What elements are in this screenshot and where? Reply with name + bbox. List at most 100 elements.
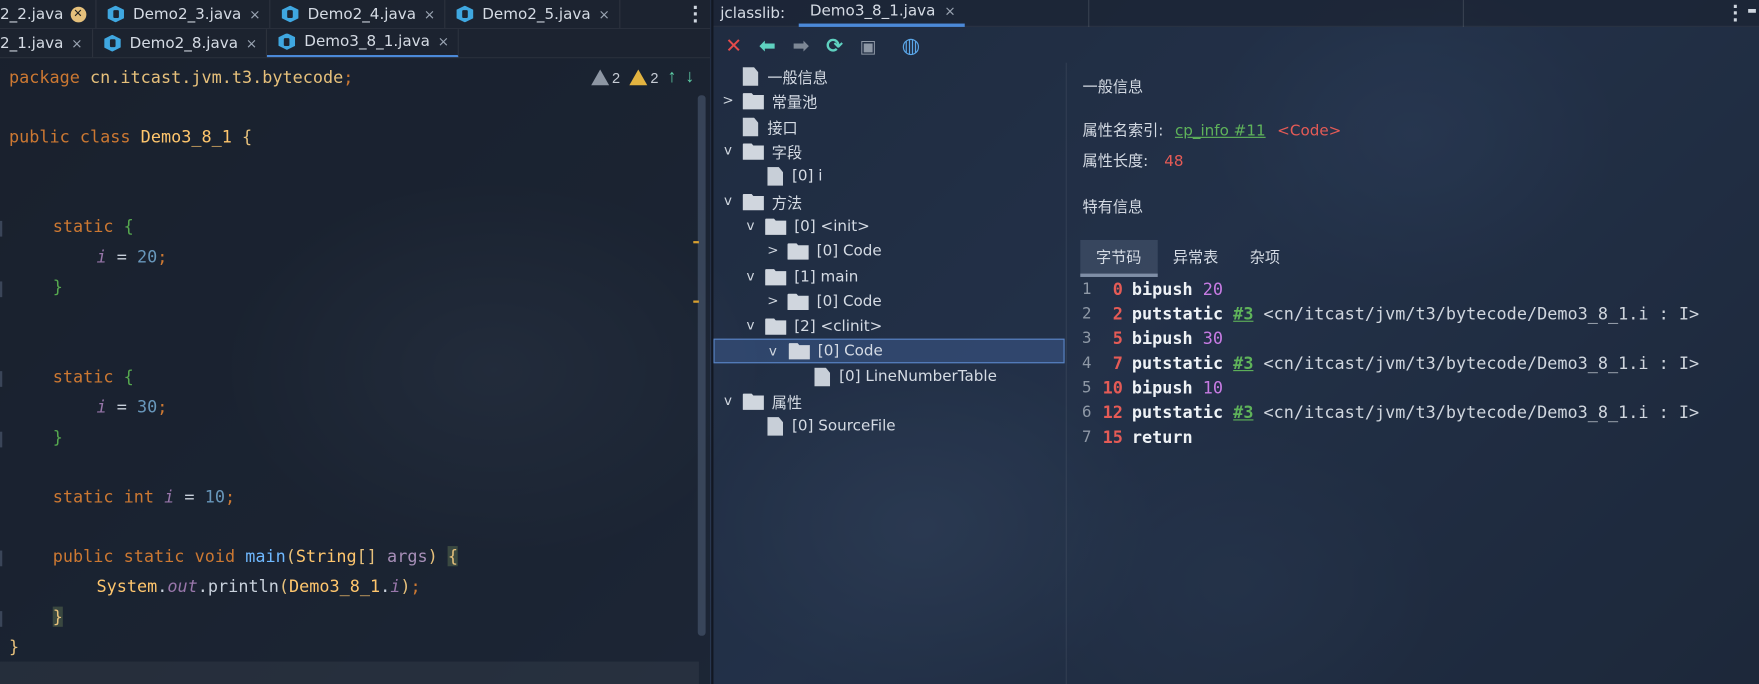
- tab-2-1-java[interactable]: 2_1.java ×: [0, 29, 93, 58]
- tab-label: Demo2_5.java: [482, 5, 591, 23]
- editor-scrollbar[interactable]: [697, 95, 706, 636]
- folder-icon: [742, 92, 764, 110]
- tree-node-field-i[interactable]: [0] i: [767, 164, 822, 189]
- cp-info-link[interactable]: cp_info #11: [1175, 122, 1266, 140]
- tree-node-init-code[interactable]: [0] Code: [787, 239, 882, 264]
- more-tabs-icon[interactable]: · · ·: [692, 0, 698, 28]
- code-line-package: package cn.itcast.jvm.t3.bytecode;: [8, 67, 354, 88]
- fold-marker[interactable]: [0, 371, 7, 387]
- code-line-class-decl: public class Demo3_8_1 {: [8, 126, 253, 147]
- tab-exception-table[interactable]: 异常表: [1157, 240, 1234, 277]
- folder-icon: [742, 193, 764, 211]
- chevron-right-icon[interactable]: >: [720, 92, 736, 108]
- attribute-name-index-label: 属性名索引:: [1082, 122, 1164, 141]
- fold-marker[interactable]: [0, 431, 7, 448]
- refresh-icon[interactable]: ⟳: [823, 34, 845, 58]
- tree-node-attributes[interactable]: 属性: [742, 389, 802, 414]
- warning-count[interactable]: 2: [629, 69, 659, 86]
- code-line-static-2-end: }: [52, 427, 63, 448]
- tree-node-interfaces[interactable]: 接口: [742, 114, 798, 139]
- web-browser-icon[interactable]: ◍: [900, 34, 922, 59]
- close-icon[interactable]: ×: [246, 35, 257, 51]
- inspection-widget[interactable]: 2 2 ↑ ↓: [590, 67, 694, 87]
- tree-node-constant-pool[interactable]: 常量池: [742, 89, 817, 114]
- warning-stripe-mark[interactable]: [693, 241, 699, 244]
- tab-bytecode[interactable]: 字节码: [1080, 239, 1158, 277]
- close-icon[interactable]: ×: [424, 6, 435, 22]
- tab-demo2-3[interactable]: Demo2_3.java ×: [96, 0, 271, 29]
- chevron-down-icon[interactable]: v: [743, 218, 759, 234]
- forward-icon[interactable]: ➡: [790, 34, 812, 58]
- tree-node-method-main[interactable]: [1] main: [765, 265, 858, 290]
- java-class-icon: [281, 5, 299, 23]
- tree-node-method-clinit[interactable]: [2] <clinit>: [765, 314, 882, 339]
- constant-pool-ref-link[interactable]: #3: [1233, 302, 1253, 327]
- tree-node-main-code[interactable]: [0] Code: [787, 289, 882, 314]
- chevron-down-icon[interactable]: v: [743, 268, 759, 284]
- minimize-icon[interactable]: ▬: [1747, 6, 1757, 17]
- save-icon[interactable]: ▣: [857, 35, 879, 57]
- more-icon[interactable]: · · ·: [1732, 0, 1738, 29]
- next-highlight-icon[interactable]: ↓: [685, 67, 694, 87]
- close-icon[interactable]: ×: [71, 35, 82, 51]
- code-line-class-end: }: [8, 636, 20, 658]
- constant-pool-ref-link[interactable]: #3: [1233, 351, 1253, 376]
- close-file-icon[interactable]: ✕: [722, 34, 744, 58]
- code-line-main-end: }: [52, 606, 63, 627]
- bytecode-line: 1 0 bipush 20: [1082, 279, 1224, 300]
- tree-node-general-info[interactable]: 一般信息: [742, 64, 828, 89]
- fold-marker[interactable]: [0, 611, 7, 627]
- fold-marker[interactable]: [0, 281, 7, 298]
- tab-label: Demo2_4.java: [307, 5, 416, 23]
- tab-demo3-8-1[interactable]: Demo3_8_1.java ×: [267, 29, 460, 58]
- code-line-println: System.out.println(Demo3_8_1.i);: [96, 576, 421, 597]
- warning-yellow-icon: [629, 69, 648, 86]
- close-icon[interactable]: ✕: [70, 6, 86, 22]
- jclasslib-tab-bar: jclasslib: Demo3_8_1.java × · · · ▬: [713, 0, 1759, 29]
- code-line-field-decl: static int i = 10;: [52, 486, 236, 507]
- constant-pool-ref-link[interactable]: #3: [1233, 400, 1253, 425]
- tab-jclasslib-demo3-8-1[interactable]: Demo3_8_1.java ×: [798, 0, 965, 27]
- chevron-down-icon[interactable]: v: [765, 343, 781, 359]
- chevron-down-icon[interactable]: v: [720, 142, 736, 158]
- fold-marker[interactable]: [0, 220, 7, 237]
- java-class-icon: [107, 5, 124, 23]
- tree-node-method-init[interactable]: [0] <init>: [765, 214, 870, 239]
- weak-warning-count[interactable]: 2: [590, 69, 620, 86]
- chevron-right-icon[interactable]: >: [765, 293, 781, 309]
- file-icon: [767, 166, 784, 186]
- class-structure-tree: 一般信息 > 常量池 接口 v 字段 [0] i v 方法 v [0] <ini…: [713, 63, 1065, 684]
- chevron-right-icon[interactable]: >: [765, 242, 781, 258]
- tab-2-2-java[interactable]: 2_2.java ✕: [0, 0, 96, 29]
- warning-stripe-mark[interactable]: [693, 300, 699, 303]
- chevron-down-icon[interactable]: v: [720, 392, 736, 408]
- attribute-name-index-row: 属性名索引: cp_info #11 <Code>: [1083, 118, 1342, 140]
- code-area[interactable]: 2 2 ↑ ↓ package cn.itcast.jvm.t3.bytecod…: [0, 61, 710, 684]
- tab-demo2-4[interactable]: Demo2_4.java ×: [271, 0, 446, 29]
- tree-node-source-file[interactable]: [0] SourceFile: [767, 414, 896, 439]
- previous-highlight-icon[interactable]: ↑: [667, 67, 676, 87]
- tab-label: Demo2_3.java: [132, 5, 242, 23]
- tree-node-fields[interactable]: 字段: [742, 139, 802, 164]
- tab-demo2-5[interactable]: Demo2_5.java ×: [445, 0, 620, 29]
- bytecode-listing[interactable]: 1 0 bipush 20 2 2 putstatic #3 <cn/itcast/jvm/t…: [1067, 274, 1759, 684]
- close-icon[interactable]: ×: [599, 6, 610, 22]
- tree-node-line-number-table[interactable]: [0] LineNumberTable: [814, 364, 997, 389]
- tab-label: 2_2.java: [0, 5, 64, 23]
- attribute-detail-pane: 一般信息 属性名索引: cp_info #11 <Code> 属性长度: 48 …: [1065, 62, 1759, 684]
- code-line-static-1: static {: [52, 216, 134, 237]
- bytecode-line: 5 10 bipush 10: [1082, 377, 1224, 399]
- close-icon[interactable]: ×: [438, 34, 449, 50]
- back-icon[interactable]: ⬅: [756, 34, 778, 58]
- tree-node-methods[interactable]: 方法: [742, 190, 802, 215]
- tab-misc[interactable]: 杂项: [1234, 240, 1296, 277]
- file-icon: [767, 416, 784, 436]
- chevron-down-icon[interactable]: v: [720, 193, 736, 209]
- close-icon[interactable]: ×: [944, 3, 955, 19]
- bytecode-line: 2 2 putstatic #3 <cn/itcast/jvm/t3/bytecode/…: [1067, 302, 1699, 327]
- tab-demo2-8[interactable]: Demo2_8.java ×: [93, 29, 268, 58]
- chevron-down-icon[interactable]: v: [743, 317, 759, 333]
- close-icon[interactable]: ×: [249, 6, 260, 22]
- folder-icon: [788, 342, 810, 360]
- fold-marker[interactable]: [0, 550, 7, 567]
